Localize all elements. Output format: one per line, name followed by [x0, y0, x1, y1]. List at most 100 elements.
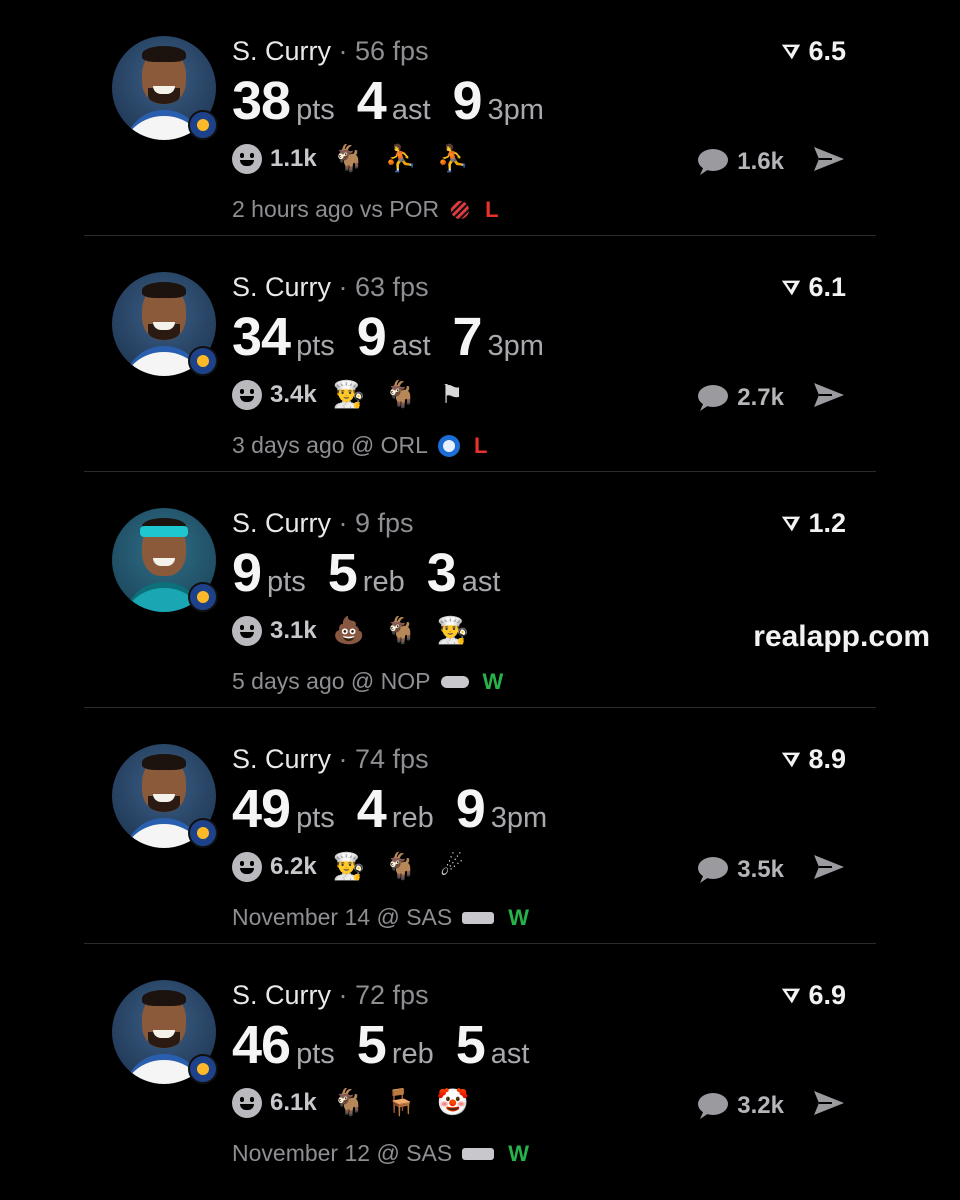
- goat-icon[interactable]: 🐐: [333, 1088, 365, 1118]
- smiley-reaction-icon[interactable]: [232, 616, 262, 646]
- stat-line: 38 pts 4 ast 9 3pm: [232, 70, 566, 132]
- post-actions: 1.6k: [695, 144, 846, 179]
- fps-score: · 9 fps: [338, 508, 414, 538]
- player-name[interactable]: S. Curry: [232, 744, 331, 774]
- smiley-reaction-icon[interactable]: [232, 852, 262, 882]
- chair-icon[interactable]: 🪑: [385, 1088, 417, 1118]
- rating-value: 6.1: [808, 272, 846, 302]
- rating-logo-icon: [782, 988, 801, 1003]
- warriors-badge-icon: [188, 818, 218, 848]
- chef-icon[interactable]: 👨‍🍳: [333, 380, 365, 410]
- chef-icon[interactable]: 👨‍🍳: [333, 852, 365, 882]
- stat: 4 reb: [357, 778, 434, 840]
- stat: 7 3pm: [453, 306, 544, 368]
- reactions: 6.1k 🐐 🪑 🤡: [232, 1088, 489, 1118]
- stat: 49 pts: [232, 778, 335, 840]
- send-icon: [814, 383, 844, 407]
- chef-icon[interactable]: 👨‍🍳: [437, 616, 469, 646]
- stat-value: 4: [356, 71, 387, 131]
- game-result: W: [508, 904, 529, 930]
- stat-value: 9: [356, 307, 387, 367]
- rating-value: 8.9: [808, 744, 846, 774]
- goat-icon[interactable]: 🐐: [385, 852, 417, 882]
- stat-unit: reb: [391, 1038, 434, 1070]
- player-name[interactable]: S. Curry: [232, 272, 331, 302]
- warriors-badge-icon: [188, 110, 218, 140]
- stat: 9 ast: [357, 306, 431, 368]
- hair: [142, 754, 186, 770]
- comments-button[interactable]: 3.2k: [695, 1091, 784, 1121]
- stat: 4 ast: [357, 70, 431, 132]
- stat-unit: pts: [296, 94, 335, 126]
- stat: 3 ast: [427, 542, 501, 604]
- comment-count: 1.6k: [737, 147, 784, 175]
- player-name[interactable]: S. Curry: [232, 508, 331, 538]
- stat-line: 49 pts 4 reb 9 3pm: [232, 778, 569, 840]
- share-button[interactable]: [812, 1088, 846, 1123]
- smiley-reaction-icon[interactable]: [232, 380, 262, 410]
- warriors-badge-icon: [188, 346, 218, 376]
- player-name[interactable]: S. Curry: [232, 36, 331, 66]
- stat-value: 3: [426, 543, 457, 603]
- post-card[interactable]: S. Curry · 56 fps 6.5 38 pts 4 ast 9 3pm 1.…: [84, 0, 876, 236]
- share-button[interactable]: [812, 852, 846, 887]
- game-meta: 3 days ago @ ORL L: [232, 432, 487, 459]
- clown-icon[interactable]: 🤡: [437, 1088, 469, 1118]
- game-info: November 14 @ SAS: [232, 904, 453, 930]
- rating-value: 1.2: [808, 508, 846, 538]
- comment-count: 2.7k: [737, 383, 784, 411]
- hair: [142, 990, 186, 1006]
- send-icon: [814, 855, 844, 879]
- stat-unit: 3pm: [490, 802, 548, 834]
- stat-value: 49: [232, 779, 291, 839]
- opponent-logo-icon: [440, 675, 469, 688]
- stat-line: 9 pts 5 reb 3 ast: [232, 542, 522, 604]
- player-sticker-icon[interactable]: ⛹: [437, 144, 469, 174]
- post-card[interactable]: S. Curry · 74 fps 8.9 49 pts 4 reb 9 3pm 6.…: [84, 708, 876, 944]
- philippines-flag-icon[interactable]: ⚑: [437, 380, 467, 410]
- share-button[interactable]: [812, 380, 846, 415]
- fps-score: · 74 fps: [338, 744, 429, 774]
- rating-logo-icon: [782, 752, 801, 767]
- stat-value: 9: [455, 779, 486, 839]
- post-card[interactable]: S. Curry · 63 fps 6.1 34 pts 9 ast 7 3pm 3.…: [84, 236, 876, 472]
- goat-icon[interactable]: 🐐: [385, 380, 417, 410]
- stat: 34 pts: [232, 306, 335, 368]
- feed: S. Curry · 56 fps 6.5 38 pts 4 ast 9 3pm 1.…: [84, 0, 876, 1179]
- rating: 1.2: [780, 508, 846, 539]
- comments-button[interactable]: 2.7k: [695, 383, 784, 413]
- game-result: L: [473, 432, 488, 458]
- send-icon: [814, 147, 844, 171]
- comment-bubble-icon: [698, 856, 729, 883]
- stat-value: 34: [232, 307, 291, 367]
- post-card[interactable]: S. Curry · 72 fps 6.9 46 pts 5 reb 5 ast 6.…: [84, 944, 876, 1179]
- poop-icon[interactable]: 💩: [333, 616, 365, 646]
- reactions: 6.2k 👨‍🍳 🐐 ☄: [232, 852, 489, 882]
- stat-unit: 3pm: [487, 330, 544, 362]
- site-watermark: realapp.com: [753, 620, 930, 653]
- share-button[interactable]: [812, 144, 846, 179]
- rating-value: 6.9: [808, 980, 846, 1010]
- post-card[interactable]: S. Curry · 9 fps 1.2 9 pts 5 reb 3 ast 3.1k…: [84, 472, 876, 708]
- opponent-logo-icon: [462, 1147, 495, 1160]
- comments-button[interactable]: 1.6k: [695, 147, 784, 177]
- stat-value: 9: [232, 543, 262, 603]
- game-meta: 2 hours ago vs POR L: [232, 196, 499, 223]
- comments-button[interactable]: 3.5k: [695, 855, 784, 885]
- game-result: W: [508, 1140, 529, 1166]
- player-name[interactable]: S. Curry: [232, 980, 331, 1010]
- game-info: 3 days ago @ ORL: [232, 432, 428, 458]
- rating: 6.9: [780, 980, 846, 1011]
- stat-line: 46 pts 5 reb 5 ast: [232, 1014, 551, 1076]
- goat-icon[interactable]: 🐐: [385, 616, 417, 646]
- game-meta: November 12 @ SAS W: [232, 1140, 529, 1167]
- reaction-count: 6.1k: [270, 1089, 317, 1116]
- stat-value: 5: [455, 1015, 486, 1075]
- comet-icon[interactable]: ☄: [437, 852, 467, 882]
- stat-unit: ast: [391, 330, 431, 362]
- goat-icon[interactable]: 🐐: [333, 144, 365, 174]
- opponent-logo-icon: [462, 911, 495, 924]
- smiley-reaction-icon[interactable]: [232, 1088, 262, 1118]
- player-sticker-icon[interactable]: ⛹: [385, 144, 417, 174]
- smiley-reaction-icon[interactable]: [232, 144, 262, 174]
